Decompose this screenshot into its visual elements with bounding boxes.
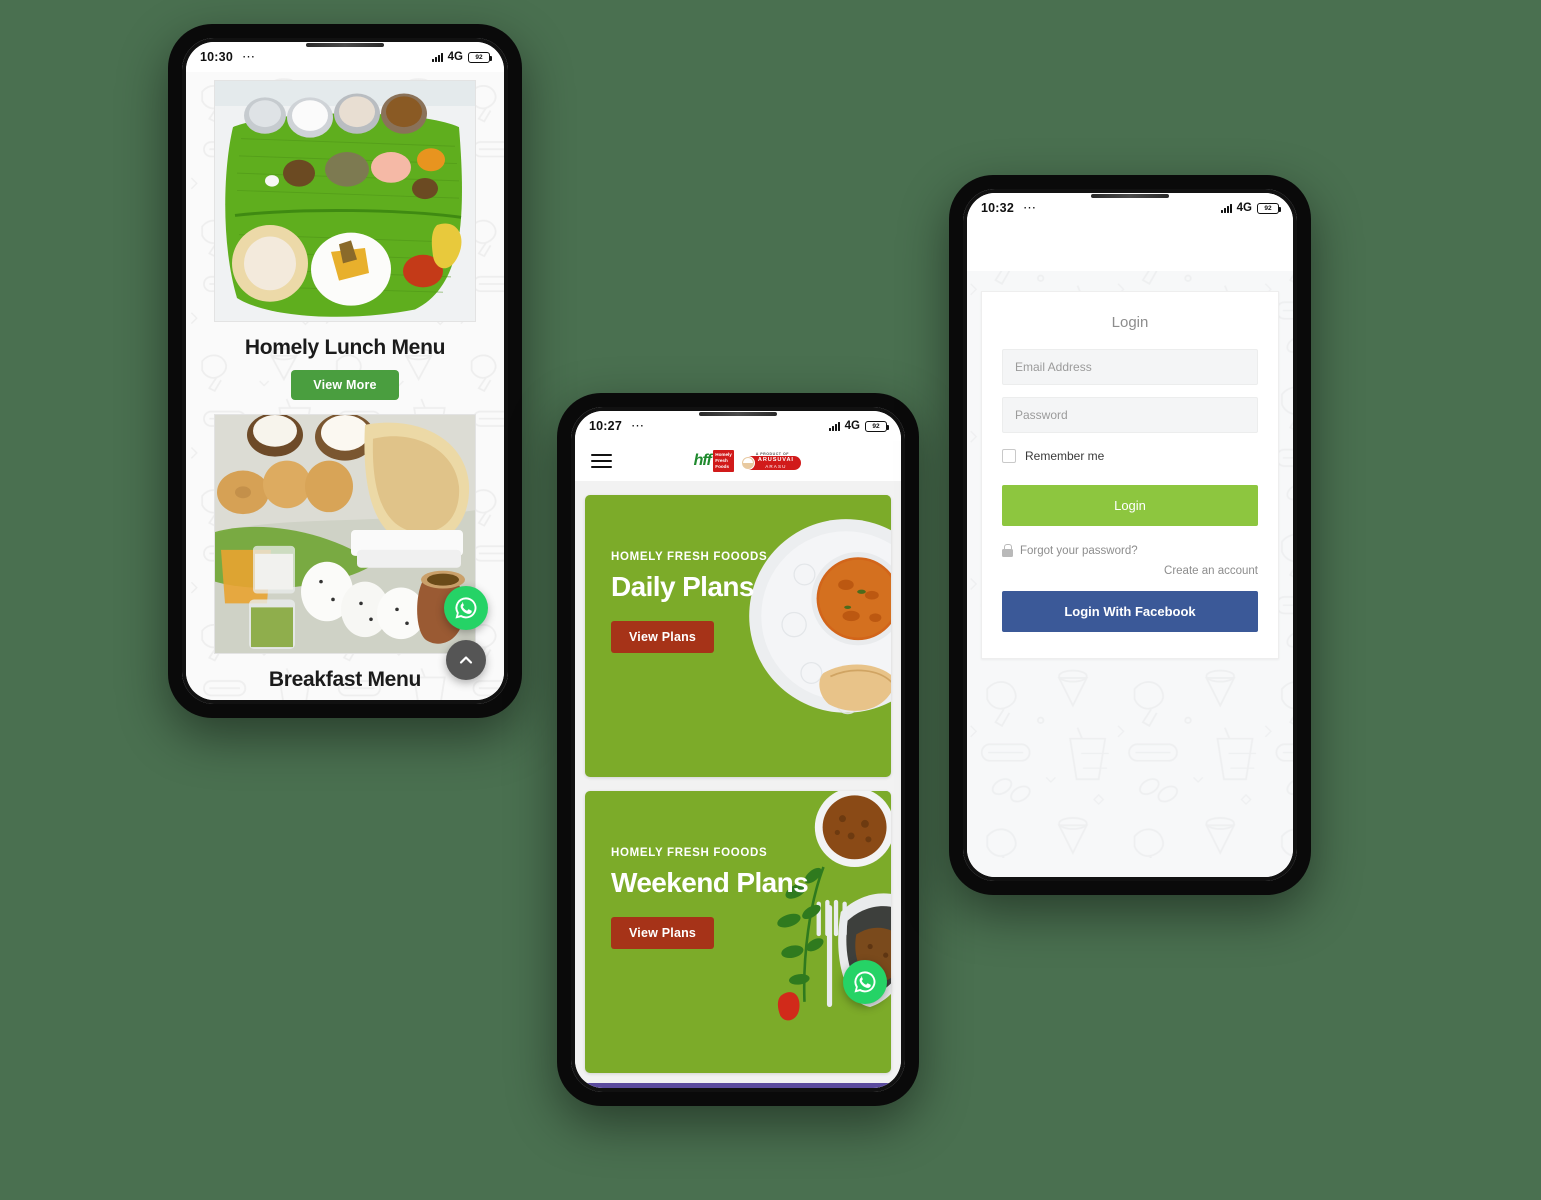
remember-me-label: Remember me xyxy=(1025,449,1105,463)
whatsapp-button[interactable] xyxy=(444,586,488,630)
status-dots-icon: ⋯ xyxy=(630,418,646,433)
login-heading: Login xyxy=(1111,314,1149,331)
lunch-thali-image xyxy=(215,81,475,321)
create-account-link[interactable]: Create an account xyxy=(1002,565,1258,577)
phone-screen: 10:27 ⋯ 4G 92 hff Homely Fresh Foods A P… xyxy=(575,411,901,1088)
remember-me-checkbox[interactable] xyxy=(1002,449,1016,463)
earpiece-speaker xyxy=(1091,194,1169,198)
logo-arasu-name2: ARASU xyxy=(765,463,787,469)
phone-frame: 10:30 ⋯ 4G 92 Homely Lunch Menu View Mor… xyxy=(182,38,508,704)
lunch-menu-card[interactable] xyxy=(214,80,476,322)
status-dots-icon: ⋯ xyxy=(241,49,257,64)
logo-line-1: Homely xyxy=(715,451,732,457)
login-body: Login Remember me Login Forgot your pass… xyxy=(967,223,1293,877)
battery-icon: 92 xyxy=(1257,202,1282,214)
signal-bars-icon xyxy=(1220,203,1232,213)
plan-kicker: HOMELY FRESH FOOODS xyxy=(611,551,768,563)
plan-title: Weekend Plans xyxy=(611,867,809,898)
signal-bars-icon xyxy=(828,421,840,431)
bottom-accent-strip xyxy=(575,1083,901,1088)
logo-arasu-name: ARUSUVAI xyxy=(757,456,794,463)
phone-home-menu: 10:30 ⋯ 4G 92 Homely Lunch Menu View Mor… xyxy=(168,24,522,718)
logo-arusuvai-arasu[interactable]: A PRODUCT OF ARUSUVAI ARASU xyxy=(741,451,802,471)
view-plans-button[interactable]: View Plans xyxy=(611,621,715,653)
signal-bars-icon xyxy=(431,52,443,62)
phone-screen: 10:32 ⋯ 4G 92 Login Email Address Rememb… xyxy=(967,193,1293,877)
chef-face-icon xyxy=(741,455,756,470)
whatsapp-icon xyxy=(455,597,477,619)
network-type-label: 4G xyxy=(447,51,463,63)
phone-bezel: 10:27 ⋯ 4G 92 hff Homely Fresh Foods A P… xyxy=(571,407,905,1092)
battery-level-label: 92 xyxy=(475,53,483,61)
facebook-login-button[interactable]: Login With Facebook xyxy=(1002,591,1258,632)
phone-frame: 10:32 ⋯ 4G 92 Login Email Address Rememb… xyxy=(963,189,1297,881)
hamburger-menu-icon[interactable] xyxy=(589,452,614,470)
status-time: 10:27 xyxy=(589,419,622,433)
view-plans-button[interactable]: View Plans xyxy=(611,917,715,949)
phone-plans: 10:27 ⋯ 4G 92 hff Homely Fresh Foods A P… xyxy=(557,393,919,1106)
chevron-up-icon xyxy=(459,656,473,664)
earpiece-speaker xyxy=(306,43,384,47)
phone-bezel: 10:32 ⋯ 4G 92 Login Email Address Rememb… xyxy=(963,189,1297,881)
remember-me-row[interactable]: Remember me xyxy=(1002,449,1258,463)
lock-icon xyxy=(1002,544,1013,557)
battery-icon: 92 xyxy=(865,420,890,432)
login-card: Login Remember me Login Forgot your pass… xyxy=(981,291,1279,659)
login-button[interactable]: Login xyxy=(1002,485,1258,526)
breakfast-menu-title: Breakfast Menu xyxy=(268,668,422,691)
logo-arasu-bar: ARUSUVAI ARASU xyxy=(741,455,802,471)
earpiece-speaker xyxy=(699,412,777,416)
phone-login: 10:32 ⋯ 4G 92 Login Email Address Rememb… xyxy=(949,175,1311,895)
battery-level-label: 92 xyxy=(1264,204,1272,212)
phone-screen: 10:30 ⋯ 4G 92 Homely Lunch Menu View Mor… xyxy=(186,42,504,700)
whatsapp-icon xyxy=(854,971,876,993)
login-top-bar xyxy=(967,223,1293,271)
phone-frame: 10:27 ⋯ 4G 92 hff Homely Fresh Foods A P… xyxy=(571,407,905,1092)
plan-kicker: HOMELY FRESH FOOODS xyxy=(611,847,768,859)
battery-icon: 92 xyxy=(468,51,493,63)
phone-bezel: 10:30 ⋯ 4G 92 Homely Lunch Menu View Mor… xyxy=(182,38,508,704)
logo-hff-mark: hff xyxy=(693,452,712,469)
logo-line-3: Foods xyxy=(715,464,730,470)
network-type-label: 4G xyxy=(1236,202,1252,214)
logo-line-2: Fresh xyxy=(715,457,728,463)
status-dots-icon: ⋯ xyxy=(1022,200,1038,215)
whatsapp-button[interactable] xyxy=(843,960,887,1004)
logo-homely-fresh-foods[interactable]: hff Homely Fresh Foods xyxy=(694,450,735,472)
email-field[interactable] xyxy=(1002,349,1258,385)
plan-card-daily[interactable]: HOMELY FRESH FOOODS Daily Plans View Pla… xyxy=(585,495,891,777)
password-field[interactable] xyxy=(1002,397,1258,433)
plan-title: Daily Plans xyxy=(611,571,754,602)
header-logos: hff Homely Fresh Foods A PRODUCT OF ARUS… xyxy=(694,450,802,472)
plan-card-weekend[interactable]: HOMELY FRESH FOOODS Weekend Plans View P… xyxy=(585,791,891,1073)
lunch-menu-title: Homely Lunch Menu xyxy=(244,336,446,359)
scroll-to-top-button[interactable] xyxy=(446,640,486,680)
logo-hff-words: Homely Fresh Foods xyxy=(712,450,735,472)
status-time: 10:30 xyxy=(200,50,233,64)
battery-level-label: 92 xyxy=(872,422,880,430)
logo-arasu-prefix: A PRODUCT OF xyxy=(755,451,789,456)
forgot-password-row[interactable]: Forgot your password? xyxy=(1002,544,1258,557)
forgot-password-link[interactable]: Forgot your password? xyxy=(1020,545,1138,557)
breakfast-menu-card[interactable] xyxy=(214,414,476,654)
app-header: hff Homely Fresh Foods A PRODUCT OF ARUS… xyxy=(575,441,901,481)
network-type-label: 4G xyxy=(844,420,860,432)
status-time: 10:32 xyxy=(981,201,1014,215)
breakfast-image xyxy=(215,415,475,653)
view-more-button[interactable]: View More xyxy=(291,370,399,400)
